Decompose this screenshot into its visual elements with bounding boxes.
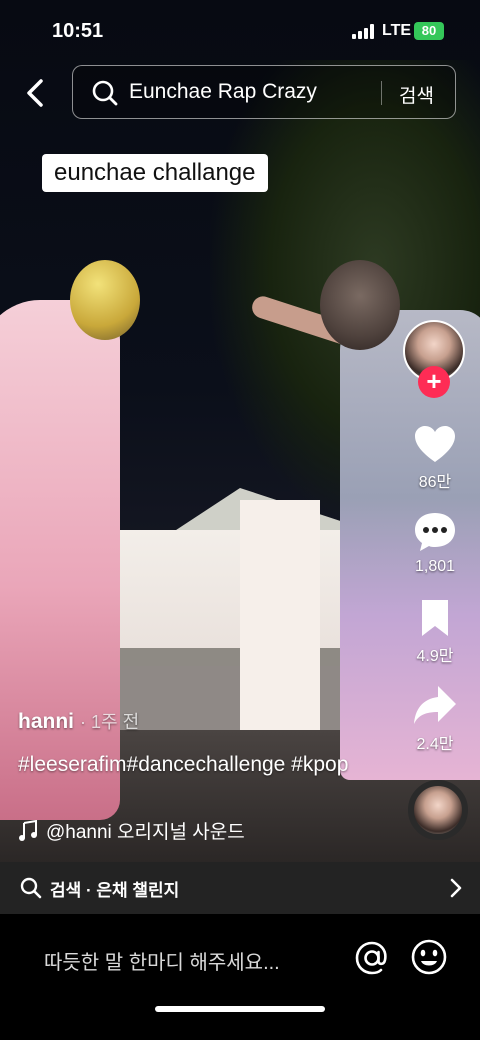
author-line: hanni · 1주 전	[18, 708, 139, 734]
back-button[interactable]	[18, 76, 52, 110]
post-time: · 1주 전	[80, 712, 140, 732]
sound-name: @hanni 오리지널 사운드	[46, 822, 245, 843]
search-icon	[92, 80, 118, 106]
like-count: 86만	[418, 474, 452, 491]
chevron-left-icon	[27, 79, 43, 107]
plus-icon: +	[426, 366, 442, 396]
music-note-icon	[19, 819, 37, 841]
author-name[interactable]: hanni	[18, 710, 74, 733]
like-button[interactable]: 86만	[400, 424, 470, 492]
bookmark-icon	[422, 600, 448, 636]
search-submit-button[interactable]: 검색	[399, 81, 434, 108]
heart-icon	[415, 426, 455, 462]
related-search-bar[interactable]: 검색 · 은채 챌린지	[0, 862, 480, 914]
search-icon	[20, 877, 42, 899]
post-description[interactable]: #leeserafim#dancechallenge #kpop	[18, 752, 388, 778]
status-time: 10:51	[52, 20, 104, 42]
save-count: 4.9만	[416, 648, 454, 665]
share-icon	[414, 686, 456, 724]
comment-input[interactable]: 따듯한 말 한마디 해주세요...	[44, 946, 280, 975]
battery-indicator: 80	[414, 22, 444, 40]
comment-bar: 따듯한 말 한마디 해주세요...	[0, 914, 480, 1040]
emoji-icon[interactable]	[410, 938, 448, 976]
follow-button[interactable]: +	[418, 366, 450, 398]
wall-pillar	[240, 500, 320, 730]
comment-count: 1,801	[414, 558, 456, 575]
dancer-right-head	[320, 260, 400, 350]
home-indicator	[155, 1006, 325, 1012]
status-bar: 10:51 LTE 80	[0, 0, 480, 60]
network-label: LTE	[382, 22, 412, 39]
video-caption-overlay: eunchae challange	[42, 154, 268, 192]
search-bar[interactable]: Eunchae Rap Crazy 검색	[72, 65, 456, 119]
share-button[interactable]: 2.4만	[400, 684, 470, 754]
related-search-text: 검색 · 은채 챌린지	[50, 880, 180, 900]
comment-button[interactable]: 1,801	[400, 510, 470, 576]
chevron-right-icon	[450, 878, 462, 898]
share-count: 2.4만	[416, 736, 454, 753]
sound-link[interactable]: @hanni 오리지널 사운드	[18, 817, 245, 844]
music-disc[interactable]	[408, 780, 468, 840]
dancer-left	[0, 260, 140, 820]
signal-icon	[352, 24, 376, 39]
comment-icon	[415, 513, 455, 551]
save-button[interactable]: 4.9만	[400, 598, 470, 666]
search-divider	[381, 81, 382, 105]
search-input[interactable]: Eunchae Rap Crazy	[129, 80, 317, 104]
dancer-left-head	[70, 260, 140, 340]
at-icon[interactable]	[354, 940, 390, 976]
